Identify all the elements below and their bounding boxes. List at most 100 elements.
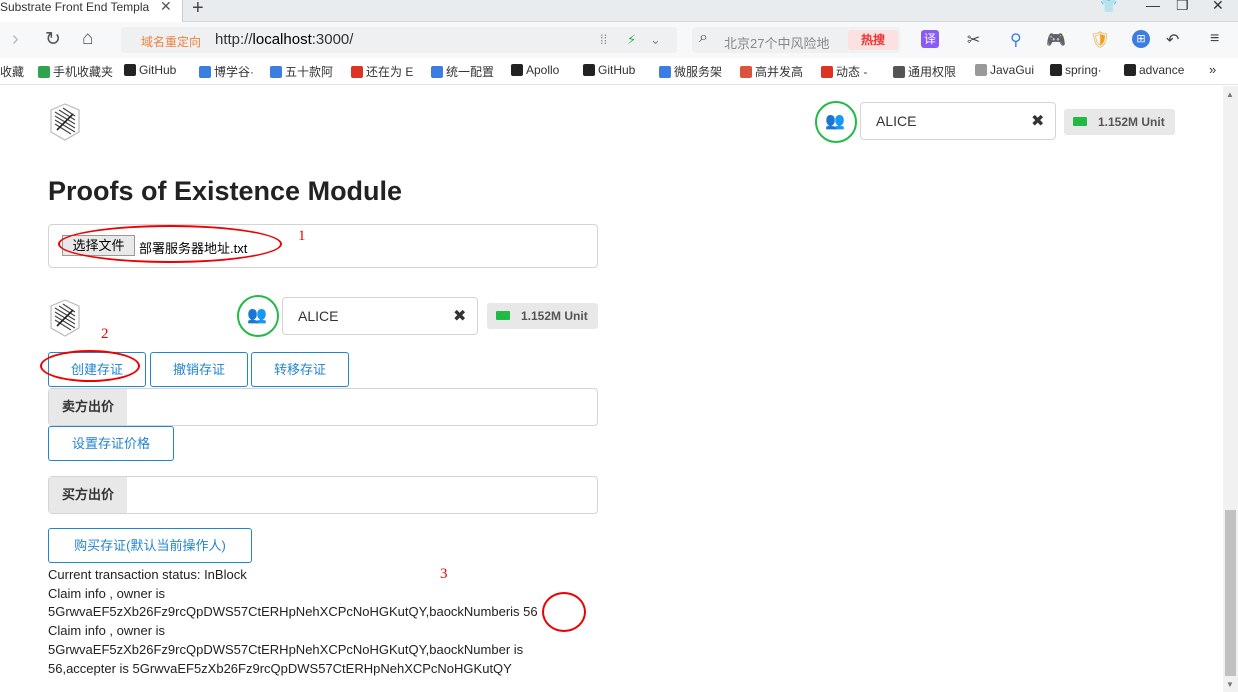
bookmark-item[interactable]: spring· bbox=[1050, 63, 1102, 77]
bookmark-item[interactable]: 博学谷· bbox=[199, 63, 254, 80]
account-name: ALICE bbox=[876, 113, 917, 129]
bookmark-label: 通用权限 bbox=[908, 65, 957, 79]
transfer-claim-button[interactable]: 转移存证 bbox=[251, 352, 349, 387]
annotation-ellipse-3 bbox=[542, 592, 586, 632]
bookmark-item[interactable]: Apollo bbox=[511, 63, 559, 77]
module-account-select[interactable]: ALICE ✖ bbox=[282, 297, 478, 335]
bookmark-icon bbox=[975, 64, 987, 76]
bookmark-item[interactable]: 微服务架 bbox=[659, 63, 722, 80]
search-placeholder: 北京27个中风险地 bbox=[724, 36, 830, 51]
home-icon[interactable]: ⌂ bbox=[82, 28, 93, 50]
money-icon bbox=[1073, 117, 1087, 126]
bookmark-item[interactable]: 高并发高 bbox=[740, 63, 803, 80]
revoke-claim-button[interactable]: 撤销存证 bbox=[150, 352, 248, 387]
address-bar[interactable] bbox=[121, 27, 677, 53]
tab-close-icon[interactable]: ✕ bbox=[160, 0, 172, 13]
undo-icon[interactable]: ↶ bbox=[1166, 30, 1179, 50]
shield-icon[interactable]: 🛡 bbox=[1090, 30, 1110, 50]
claim-owner-1-is: is bbox=[510, 604, 520, 619]
bookmark-label: Apollo bbox=[526, 63, 560, 77]
bookmark-icon bbox=[659, 66, 671, 78]
account-avatar[interactable]: 👥 bbox=[815, 101, 857, 143]
bookmark-label: 手机收藏夹 bbox=[53, 65, 114, 79]
clear-icon[interactable]: ✖ bbox=[1031, 111, 1044, 131]
money-icon bbox=[496, 311, 510, 320]
grid-icon[interactable]: ⁞⁞ bbox=[600, 32, 607, 47]
forward-icon[interactable]: › bbox=[12, 28, 19, 51]
bookmark-label: spring· bbox=[1065, 63, 1102, 77]
bookmark-label: 微服务架 bbox=[674, 65, 723, 79]
more-bookmarks-icon[interactable]: » bbox=[1209, 62, 1216, 77]
claim-info-2: Claim info , owner is bbox=[48, 623, 166, 638]
bookmark-item[interactable]: JavaGui bbox=[975, 63, 1034, 77]
hot-search-badge[interactable]: 热搜 bbox=[848, 30, 898, 50]
scroll-up-icon[interactable]: ▲ bbox=[1226, 90, 1234, 99]
bookmark-icon bbox=[431, 66, 443, 78]
scroll-down-icon[interactable]: ▼ bbox=[1226, 680, 1234, 689]
minimize-icon[interactable]: — bbox=[1146, 0, 1160, 13]
bookmark-icon bbox=[351, 66, 363, 78]
apps-icon[interactable]: ⊞ bbox=[1132, 30, 1150, 48]
skin-icon[interactable]: 👕 bbox=[1100, 0, 1117, 14]
substrate-logo-small bbox=[50, 299, 80, 337]
bookmark-icon bbox=[821, 66, 833, 78]
buyer-price-input[interactable]: 买方出价 bbox=[48, 476, 598, 514]
claim-info-1: Claim info , owner is bbox=[48, 586, 166, 601]
seller-price-input[interactable]: 卖方出价 bbox=[48, 388, 598, 426]
substrate-logo bbox=[50, 103, 80, 141]
bookmark-item[interactable]: 统一配置 bbox=[431, 63, 494, 80]
translate-icon[interactable]: 译 bbox=[921, 30, 939, 48]
bookmark-icon bbox=[511, 64, 523, 76]
bookmark-icon bbox=[1124, 64, 1136, 76]
bookmark-label: 统一配置 bbox=[446, 65, 495, 79]
bookmark-icon bbox=[270, 66, 282, 78]
new-tab-icon[interactable]: + bbox=[192, 0, 204, 20]
bookmark-label: advance bbox=[1139, 63, 1185, 77]
bookmark-label: GitHub bbox=[139, 63, 177, 77]
module-account-avatar[interactable]: 👥 bbox=[237, 295, 279, 337]
bookmark-item[interactable]: advance bbox=[1124, 63, 1184, 77]
bookmark-item[interactable]: 动态 - bbox=[821, 63, 867, 80]
tab-bar bbox=[0, 0, 1238, 22]
reload-icon[interactable]: ↻ bbox=[45, 28, 61, 51]
close-window-icon[interactable]: ✕ bbox=[1212, 0, 1224, 14]
bookmark-label: 收藏 bbox=[0, 65, 25, 79]
set-price-button[interactable]: 设置存证价格 bbox=[48, 426, 174, 461]
bookmark-label: 博学谷· bbox=[214, 65, 254, 79]
bookmark-item[interactable]: 手机收藏夹 bbox=[38, 63, 113, 80]
bookmark-item[interactable]: 还在为 E bbox=[351, 63, 413, 80]
bookmark-item[interactable]: 收藏 bbox=[0, 63, 24, 80]
restore-icon[interactable]: ❐ bbox=[1176, 0, 1189, 14]
redirect-label[interactable]: 域名重定向 bbox=[141, 33, 201, 50]
menu-icon[interactable]: ≡ bbox=[1210, 30, 1219, 48]
url-text[interactable]: http://localhost:3000/ bbox=[215, 31, 353, 48]
bolt-icon[interactable]: ⚡ bbox=[627, 32, 636, 48]
url-rest: :3000/ bbox=[311, 31, 354, 48]
chevron-down-icon[interactable]: ⌄ bbox=[650, 32, 661, 48]
scrollbar-thumb[interactable] bbox=[1225, 510, 1236, 676]
bookmark-item[interactable]: GitHub bbox=[583, 63, 635, 77]
url-prefix: http:// bbox=[215, 31, 253, 48]
tab-active[interactable]: Substrate Front End Templa ✕ bbox=[0, 0, 183, 22]
bookmark-label: 高并发高 bbox=[755, 65, 804, 79]
account-select[interactable]: ALICE ✖ bbox=[860, 102, 1056, 140]
game-icon[interactable]: 🎮 bbox=[1046, 30, 1066, 50]
bookmark-icon bbox=[38, 66, 50, 78]
bookmark-item[interactable]: 通用权限 bbox=[893, 63, 956, 80]
balance-badge: 1.152M Unit bbox=[1064, 109, 1175, 135]
bookmark-item[interactable]: GitHub bbox=[124, 63, 176, 77]
bookmark-label: 还在为 E bbox=[366, 65, 414, 79]
bookmark-item[interactable]: 五十款阿 bbox=[270, 63, 333, 80]
claim-owner-1-text: 5GrwvaEF5zXb26Fz9rcQpDWS57CtERHpNehXCPcN… bbox=[48, 604, 511, 619]
buyer-price-label: 买方出价 bbox=[49, 477, 127, 513]
magnifier-icon[interactable]: ⚲ bbox=[1010, 30, 1022, 50]
clear-icon[interactable]: ✖ bbox=[453, 306, 466, 326]
annotation-ellipse-2 bbox=[40, 350, 140, 382]
bookmark-icon bbox=[1050, 64, 1062, 76]
scissors-icon[interactable]: ✂ bbox=[967, 30, 980, 50]
page-title: Proofs of Existence Module bbox=[48, 176, 403, 206]
search-icon: ⌕ bbox=[699, 29, 708, 46]
search-box[interactable]: ⌕ 北京27个中风险地 热搜 bbox=[692, 27, 900, 53]
buy-claim-button[interactable]: 购买存证(默认当前操作人) bbox=[48, 528, 252, 563]
bookmark-label: 五十款阿 bbox=[285, 65, 334, 79]
